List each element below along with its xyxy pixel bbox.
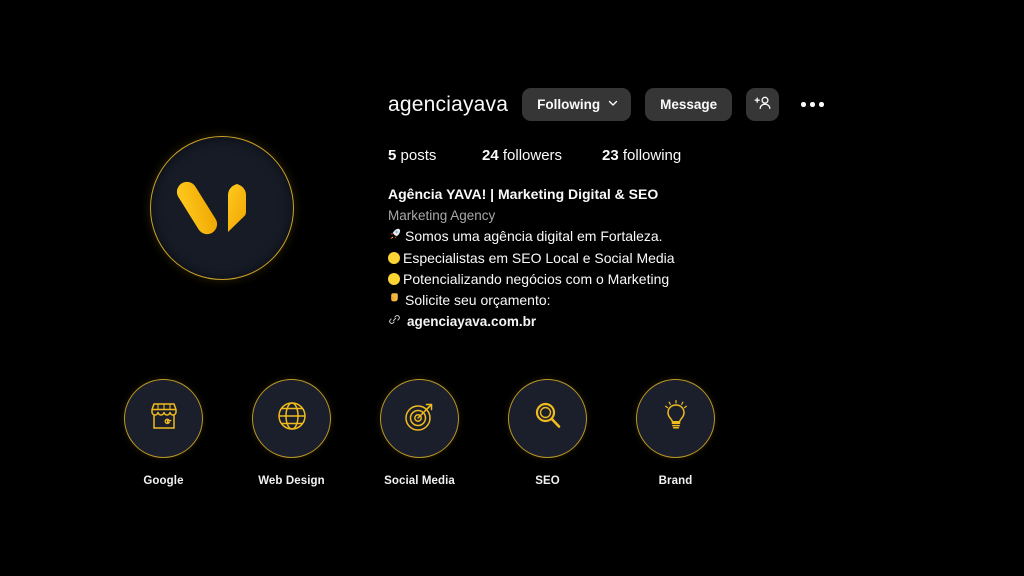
- link-icon: [388, 313, 401, 329]
- bio-line-text: Especialistas em SEO Local e Social Medi…: [403, 249, 675, 266]
- following-button[interactable]: Following: [522, 88, 632, 121]
- bio-line-text: Solicite seu orçamento:: [405, 291, 551, 308]
- highlight-brand[interactable]: Brand: [636, 379, 715, 487]
- highlight-label: SEO: [535, 475, 560, 487]
- dot: [801, 102, 806, 107]
- highlight-cover: [252, 379, 331, 458]
- highlight-label: Web Design: [258, 475, 325, 487]
- highlight-seo[interactable]: SEO: [508, 379, 587, 487]
- storefront-g-icon: [143, 395, 185, 442]
- rocket-icon: [388, 227, 402, 241]
- stat-followers[interactable]: 24 followers: [482, 147, 602, 164]
- profile-stats: 5 posts 24 followers 23 following: [388, 147, 681, 164]
- bio-line: Especialistas em SEO Local e Social Medi…: [388, 249, 808, 268]
- story-highlights: Google Web Design Social Media SEO Brand: [124, 379, 715, 487]
- yellow-circle-icon: [388, 249, 400, 264]
- avatar-ring: [150, 136, 294, 280]
- globe-icon: [272, 396, 312, 441]
- highlight-web-design[interactable]: Web Design: [252, 379, 331, 487]
- stat-followers-label: followers: [502, 147, 563, 164]
- highlight-google[interactable]: Google: [124, 379, 203, 487]
- more-options-icon[interactable]: [797, 96, 828, 113]
- bio-website-text: agenciayava.com.br: [407, 313, 537, 329]
- point-down-icon: [388, 291, 402, 305]
- highlight-label: Brand: [658, 475, 693, 487]
- yellow-circle-icon: [388, 270, 400, 285]
- highlight-cover: [380, 379, 459, 458]
- username: agenciayava: [388, 93, 509, 116]
- target-arrow-icon: [399, 395, 441, 442]
- profile-header: agenciayava Following Message: [388, 88, 828, 121]
- stat-posts-label: posts: [400, 147, 437, 164]
- highlight-label: Google: [143, 475, 184, 487]
- profile-bio: Agência YAVA! | Marketing Digital & SEO …: [388, 185, 808, 329]
- stat-following-label: following: [622, 147, 682, 164]
- message-button[interactable]: Message: [645, 88, 733, 121]
- highlight-cover: [508, 379, 587, 458]
- following-label: Following: [537, 97, 601, 112]
- stat-following[interactable]: 23 following: [602, 147, 681, 164]
- bio-line: Solicite seu orçamento:: [388, 291, 808, 310]
- bio-website-link[interactable]: agenciayava.com.br: [388, 313, 808, 329]
- stat-posts[interactable]: 5 posts: [388, 147, 482, 164]
- dot: [819, 102, 824, 107]
- stat-posts-value: 5: [388, 147, 397, 164]
- stat-following-value: 23: [602, 147, 619, 164]
- add-person-icon: [754, 95, 772, 114]
- highlight-cover: [636, 379, 715, 458]
- highlight-cover: [124, 379, 203, 458]
- highlight-label: Social Media: [384, 475, 455, 487]
- profile-page: agenciayava Following Message 5 posts 24…: [0, 0, 1024, 576]
- highlight-social-media[interactable]: Social Media: [380, 379, 459, 487]
- bio-line-text: Somos uma agência digital em Fortaleza.: [405, 228, 663, 245]
- profile-avatar[interactable]: [150, 136, 294, 280]
- display-name: Agência YAVA! | Marketing Digital & SEO: [388, 186, 659, 202]
- add-person-button[interactable]: [746, 88, 780, 121]
- dot: [810, 102, 815, 107]
- chevron-down-icon: [607, 97, 619, 112]
- bio-line-text: Potencializando negócios com o Marketing: [403, 270, 670, 287]
- business-category: Marketing Agency: [388, 207, 496, 223]
- stat-followers-value: 24: [482, 147, 499, 164]
- bio-line: Potencializando negócios com o Marketing: [388, 270, 808, 289]
- yava-logo-icon: [176, 162, 268, 254]
- magnifier-icon: [527, 395, 569, 442]
- message-label: Message: [660, 97, 718, 112]
- lightbulb-icon: [656, 396, 696, 441]
- bio-line: Somos uma agência digital em Fortaleza.: [388, 227, 808, 246]
